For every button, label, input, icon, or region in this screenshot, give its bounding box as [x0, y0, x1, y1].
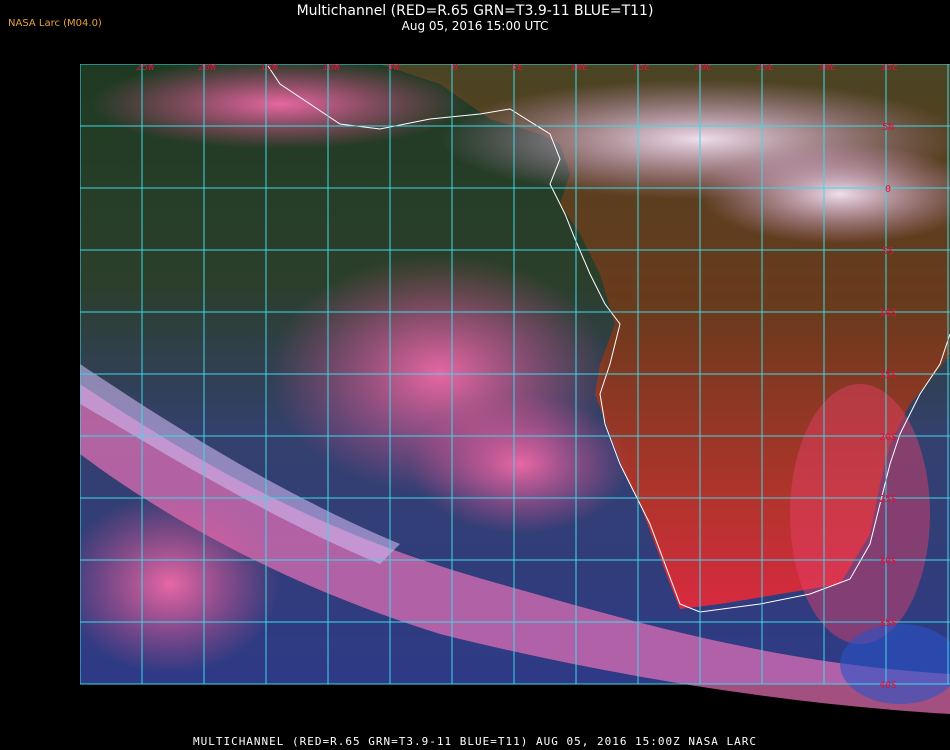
longitude-label: 0	[452, 64, 458, 73]
image-title: Multichannel (RED=R.65 GRN=T3.9-11 BLUE=…	[296, 3, 654, 19]
latitude-label: 10S	[879, 308, 897, 319]
footer-caption: MULTICHANNEL (RED=R.65 GRN=T3.9-11 BLUE=…	[192, 735, 758, 748]
longitude-label: 20W	[198, 64, 217, 73]
latitude-label: 5N	[882, 122, 894, 133]
satellite-image-frame: 25W 20W 15W 10W 5W 0 5E 10E 15E 20E 25E 30E 35E 5N 0 5…	[80, 64, 950, 726]
image-timestamp: Aug 05, 2016 15:00 UTC	[401, 19, 549, 33]
latitude-label: 20S	[879, 432, 897, 443]
warm-land-east	[790, 384, 930, 644]
latitude-label: 25S	[879, 494, 897, 505]
longitude-label: 5E	[511, 64, 523, 73]
longitude-label: 25E	[756, 64, 774, 73]
latitude-label: 35S	[879, 618, 897, 629]
latitude-label: 5S	[882, 246, 894, 257]
latitude-label: 40S	[879, 680, 897, 691]
longitude-label: 10E	[570, 64, 588, 73]
longitude-label: 25W	[136, 64, 155, 73]
longitude-label: 5W	[387, 64, 400, 73]
latitude-label: 0	[885, 184, 891, 195]
stratocumulus-south	[410, 394, 630, 534]
longitude-label: 35E	[880, 64, 898, 73]
latitude-label: 15S	[879, 370, 897, 381]
longitude-label: 30E	[818, 64, 836, 73]
longitude-label: 10W	[322, 64, 341, 73]
longitude-label: 20E	[694, 64, 712, 73]
longitude-label: 15E	[632, 64, 650, 73]
longitude-label: 15W	[260, 64, 279, 73]
satellite-map: 25W 20W 15W 10W 5W 0 5E 10E 15E 20E 25E 30E 35E 5N 0 5…	[80, 64, 950, 714]
latitude-label: 30S	[879, 556, 897, 567]
